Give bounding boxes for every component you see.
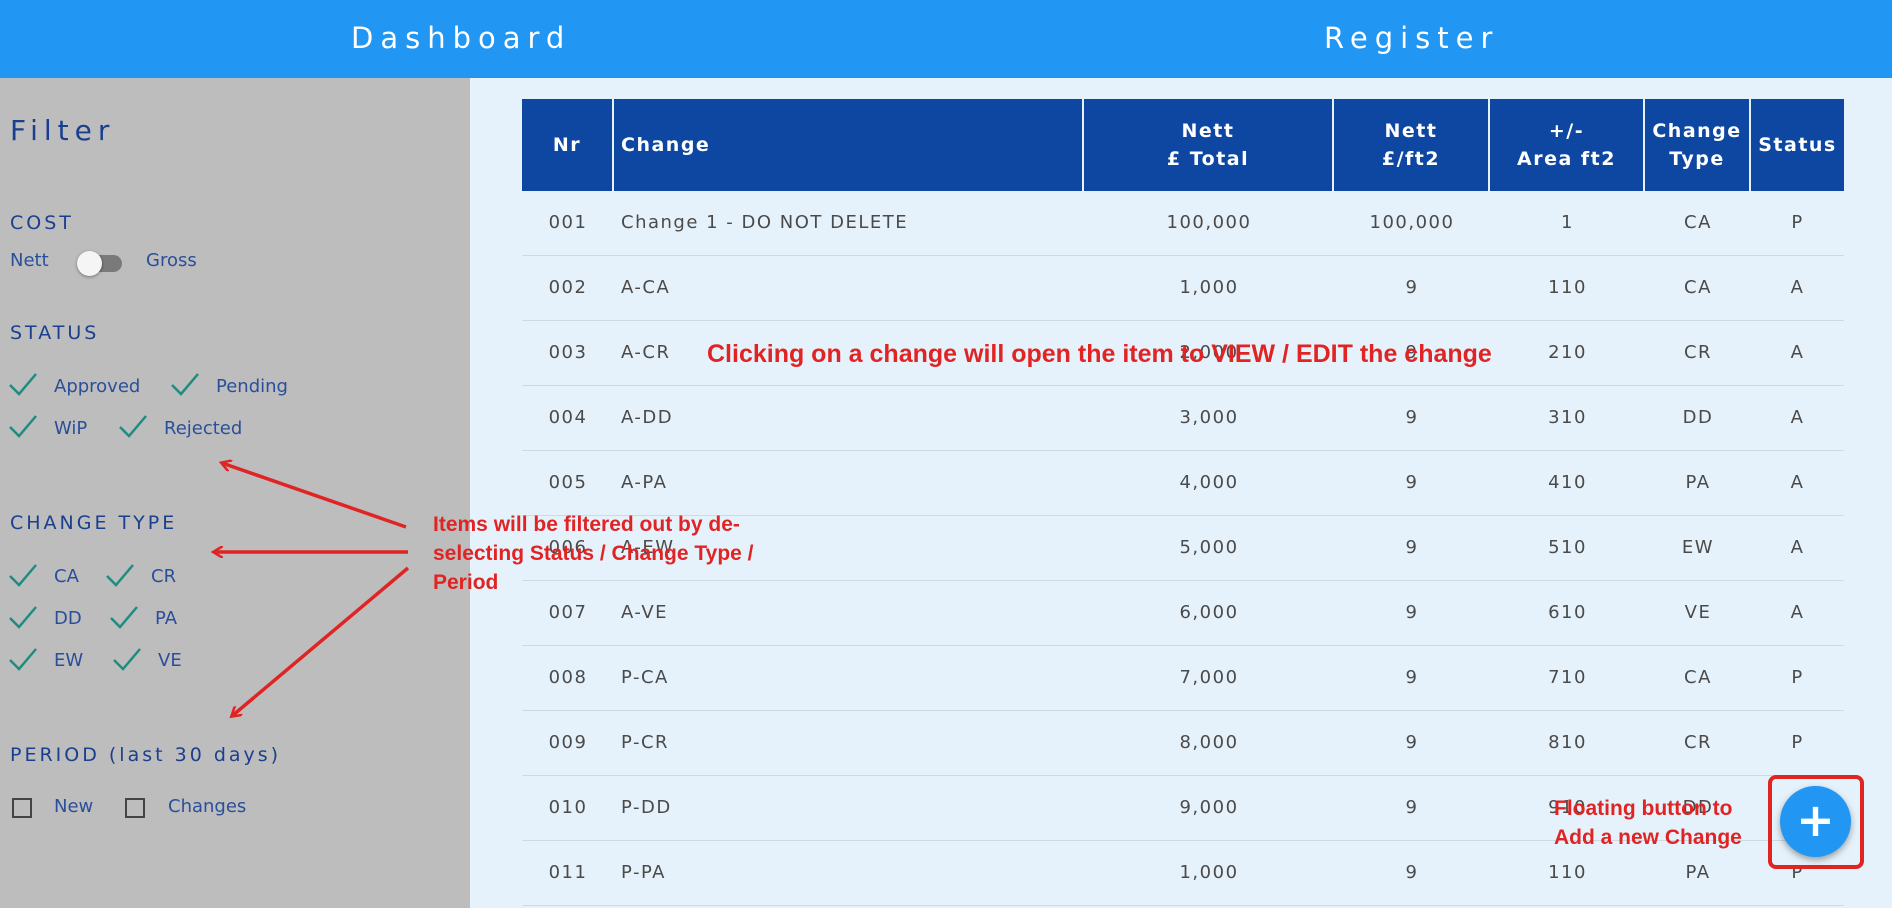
annotation-filter: Items will be filtered out by de-selecti…	[433, 513, 754, 594]
annotation-arrow-period	[232, 566, 410, 716]
annotation-fab: Floating button to Add a new Change	[1554, 797, 1742, 849]
add-change-button[interactable]: +	[1780, 786, 1851, 857]
annotation-arrow-status	[222, 463, 407, 529]
annotation-arrows	[0, 0, 410, 908]
annotation-open-change: Clicking on a change will open the item …	[707, 340, 1492, 368]
